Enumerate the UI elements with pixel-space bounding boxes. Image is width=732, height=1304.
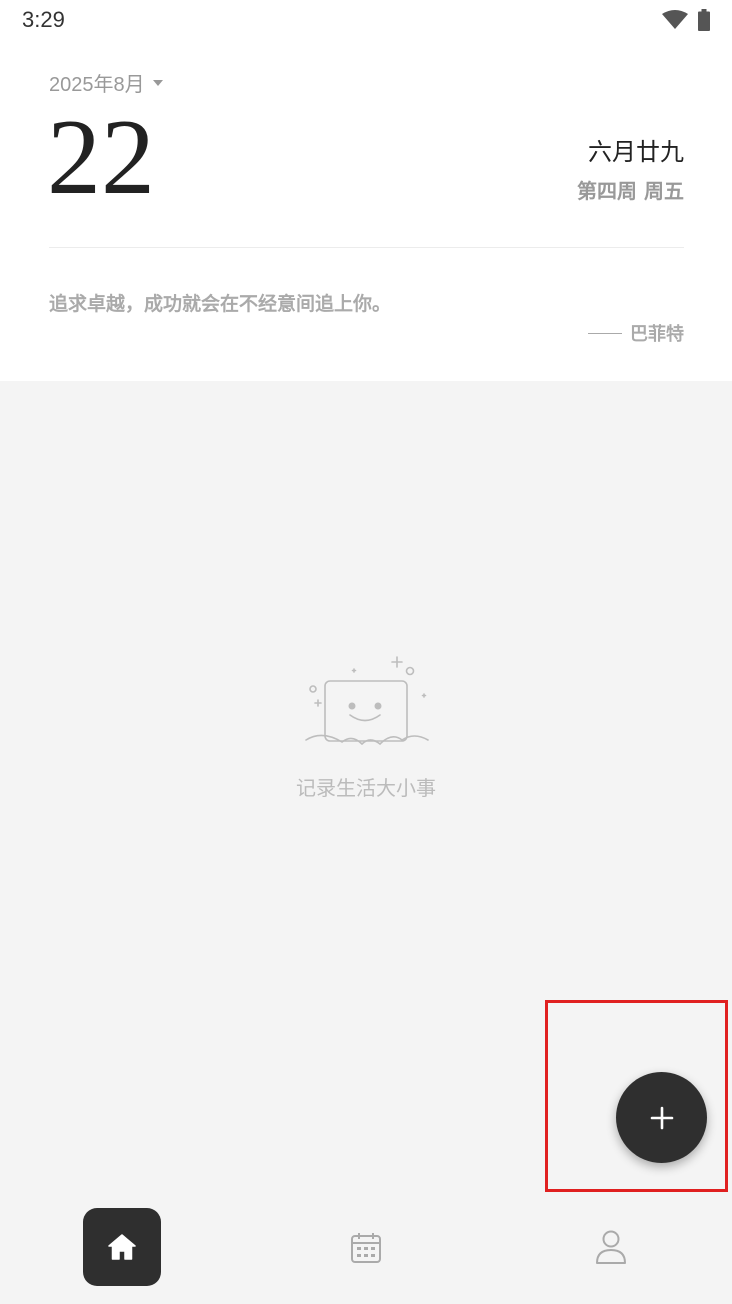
quote-author-line: 巴菲特 <box>588 320 684 346</box>
author-dash <box>588 332 622 334</box>
month-label: 2025年8月 <box>49 74 145 96</box>
dropdown-caret-icon <box>152 79 163 86</box>
plus-icon <box>650 1106 673 1129</box>
calendar-icon <box>351 1233 381 1263</box>
status-bar: 3:29 <box>0 0 732 40</box>
status-icons <box>662 9 710 31</box>
add-entry-button[interactable] <box>616 1072 707 1163</box>
date-header: 2025年8月 22 六月廿九 第四周 周五 追求卓越，成功就会在不经意间追上你… <box>0 40 732 381</box>
bottom-nav <box>0 1196 732 1304</box>
day-number: 22 <box>47 98 155 217</box>
status-time: 3:29 <box>22 7 65 32</box>
lunar-date: 六月廿九 <box>588 138 684 166</box>
nav-home-tab[interactable] <box>83 1208 161 1286</box>
wifi-icon <box>662 10 688 29</box>
nav-profile-tab[interactable] <box>590 1226 632 1268</box>
divider <box>49 247 684 248</box>
home-icon <box>108 1234 136 1260</box>
month-picker[interactable]: 2025年8月 <box>49 68 163 97</box>
quote-author: 巴菲特 <box>630 324 684 345</box>
battery-icon <box>698 9 710 31</box>
smiling-notebook-illustration <box>305 656 429 746</box>
week-info: 第四周 周五 <box>577 179 684 203</box>
empty-state-text: 记录生活大小事 <box>296 776 436 800</box>
daily-quote: 追求卓越，成功就会在不经意间追上你。 <box>49 293 392 315</box>
nav-calendar-tab[interactable] <box>346 1228 386 1268</box>
user-icon <box>596 1230 626 1264</box>
